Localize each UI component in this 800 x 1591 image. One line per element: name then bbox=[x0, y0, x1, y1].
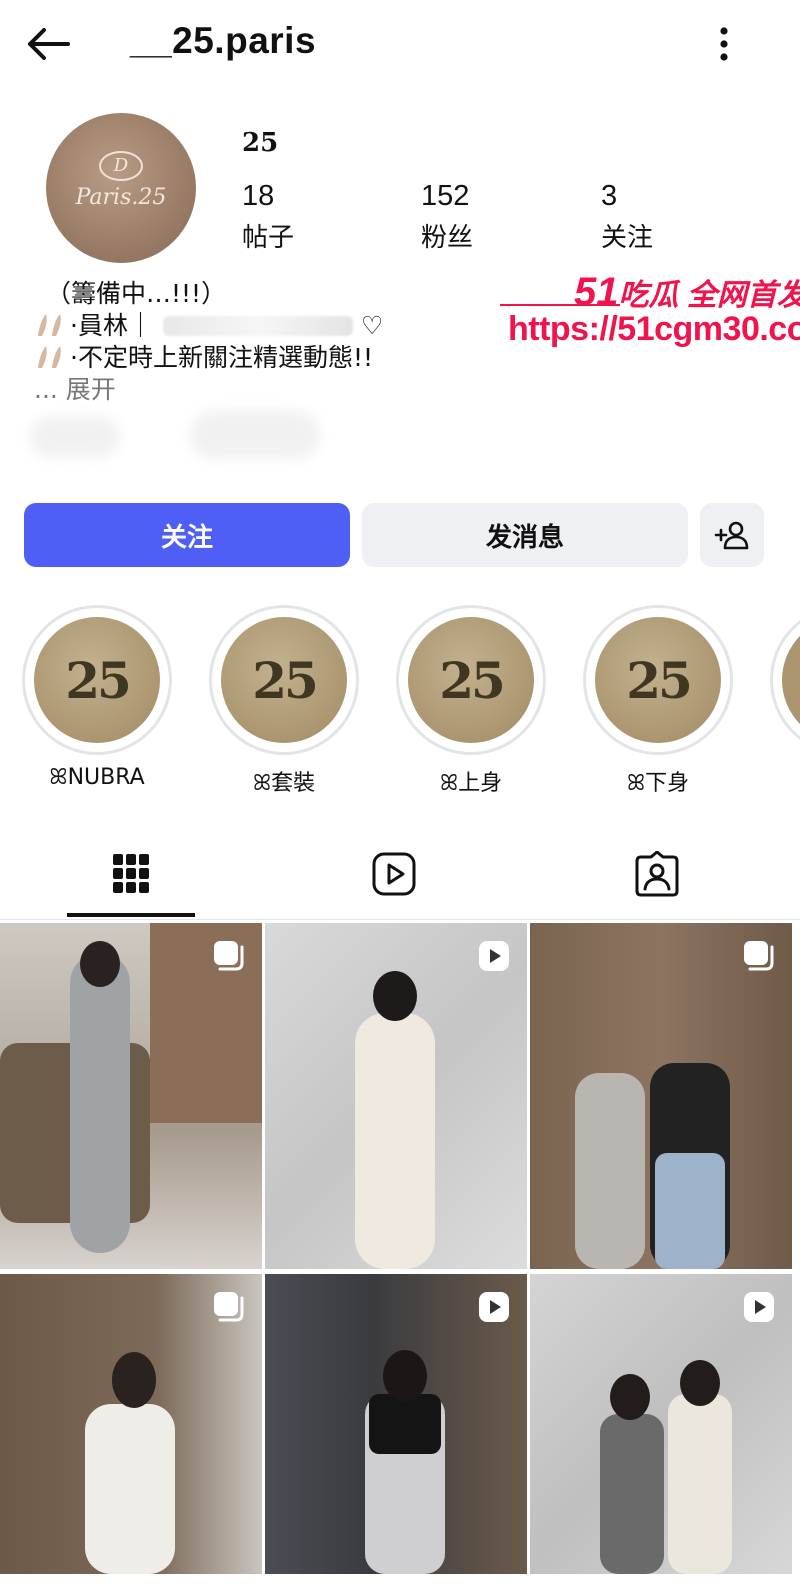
post-thumbnail[interactable] bbox=[530, 1274, 792, 1574]
story-highlight-partial[interactable] bbox=[770, 605, 800, 755]
highlight-cover: 25 bbox=[408, 617, 534, 743]
back-button[interactable] bbox=[22, 22, 74, 66]
story-highlight[interactable]: 25 ꕤ套裝 bbox=[209, 605, 359, 797]
active-tab-indicator bbox=[67, 913, 195, 917]
carousel-icon bbox=[214, 1292, 244, 1322]
add-user-icon bbox=[714, 521, 749, 550]
posts-label: 帖子 bbox=[242, 223, 295, 253]
grid-icon bbox=[113, 854, 149, 893]
carousel-icon bbox=[214, 941, 244, 971]
profile-tabs bbox=[0, 830, 800, 920]
profile-username: __25.paris bbox=[130, 20, 317, 61]
ribbon-icon bbox=[38, 346, 61, 368]
highlight-cover: 25 bbox=[34, 617, 160, 743]
highlight-cover: 25 bbox=[595, 617, 721, 743]
bio-line: ·員林｜ ♡ bbox=[34, 310, 383, 342]
top-bar: __25.paris bbox=[0, 0, 800, 90]
bio-expand-link[interactable]: ... 展开 bbox=[34, 374, 383, 406]
avatar-logo: D Paris.25 bbox=[46, 151, 196, 210]
avatar-mark: D bbox=[99, 151, 143, 181]
watermark-overlay: 51吃瓜 全网首发 https://51cgm30.com bbox=[496, 270, 800, 360]
display-name: 25 bbox=[242, 128, 279, 158]
post-thumbnail[interactable] bbox=[0, 1274, 262, 1574]
highlight-label: ꕤ上身 bbox=[439, 771, 503, 796]
more-options-button[interactable] bbox=[706, 22, 742, 66]
reels-badge-icon bbox=[479, 1292, 509, 1322]
stat-posts[interactable]: 18 帖子 bbox=[242, 180, 294, 254]
tab-tagged[interactable] bbox=[592, 830, 722, 918]
tab-grid[interactable] bbox=[66, 830, 196, 918]
reels-icon bbox=[372, 852, 416, 896]
watermark-url: https://51cgm30.com bbox=[508, 310, 800, 348]
follow-button[interactable]: 关注 bbox=[24, 503, 350, 567]
highlight-label: ꕤ套裝 bbox=[252, 771, 316, 796]
post-thumbnail[interactable] bbox=[265, 923, 527, 1269]
highlight-label: ꕤ下身 bbox=[626, 771, 690, 796]
arrow-left-icon bbox=[28, 28, 70, 60]
followers-count: 152 bbox=[421, 180, 470, 212]
following-label: 关注 bbox=[601, 223, 654, 253]
suggest-user-button[interactable] bbox=[700, 503, 764, 567]
tab-reels[interactable] bbox=[329, 830, 459, 918]
watermark-title: 51吃瓜 全网首发 bbox=[574, 270, 800, 314]
profile-avatar[interactable]: D Paris.25 bbox=[46, 113, 196, 263]
stat-followers[interactable]: 152 粉丝 bbox=[421, 180, 473, 254]
post-thumbnail[interactable] bbox=[265, 1274, 527, 1574]
reels-badge-icon bbox=[479, 941, 509, 971]
story-highlight[interactable]: 25 ꕤ下身 bbox=[583, 605, 733, 797]
highlight-label: ꕤNUBRA bbox=[49, 765, 145, 790]
followers-label: 粉丝 bbox=[421, 223, 474, 253]
following-count: 3 bbox=[601, 180, 618, 212]
highlight-cover: 25 bbox=[221, 617, 347, 743]
post-thumbnail[interactable] bbox=[530, 923, 792, 1269]
post-thumbnail[interactable] bbox=[0, 923, 262, 1269]
blurred-link-area bbox=[30, 405, 330, 465]
profile-bio: （籌備中…!!!） ·員林｜ ♡ ·不定時上新關注精選動態!! ... 展开 bbox=[34, 278, 383, 406]
story-highlight[interactable]: 25 ꕤ上身 bbox=[396, 605, 546, 797]
tagged-icon bbox=[635, 851, 679, 897]
more-vertical-icon bbox=[720, 27, 728, 61]
avatar-text: Paris.25 bbox=[75, 185, 167, 210]
bio-line: ·不定時上新關注精選動態!! bbox=[34, 342, 383, 374]
carousel-icon bbox=[744, 941, 774, 971]
ribbon-icon bbox=[38, 314, 61, 336]
posts-count: 18 bbox=[242, 180, 275, 212]
bio-line: （籌備中…!!!） bbox=[46, 279, 227, 308]
story-highlight[interactable]: 25 ꕤNUBRA bbox=[22, 605, 172, 790]
stat-following[interactable]: 3 关注 bbox=[601, 180, 653, 254]
reels-badge-icon bbox=[744, 1292, 774, 1322]
message-button[interactable]: 发消息 bbox=[362, 503, 688, 567]
